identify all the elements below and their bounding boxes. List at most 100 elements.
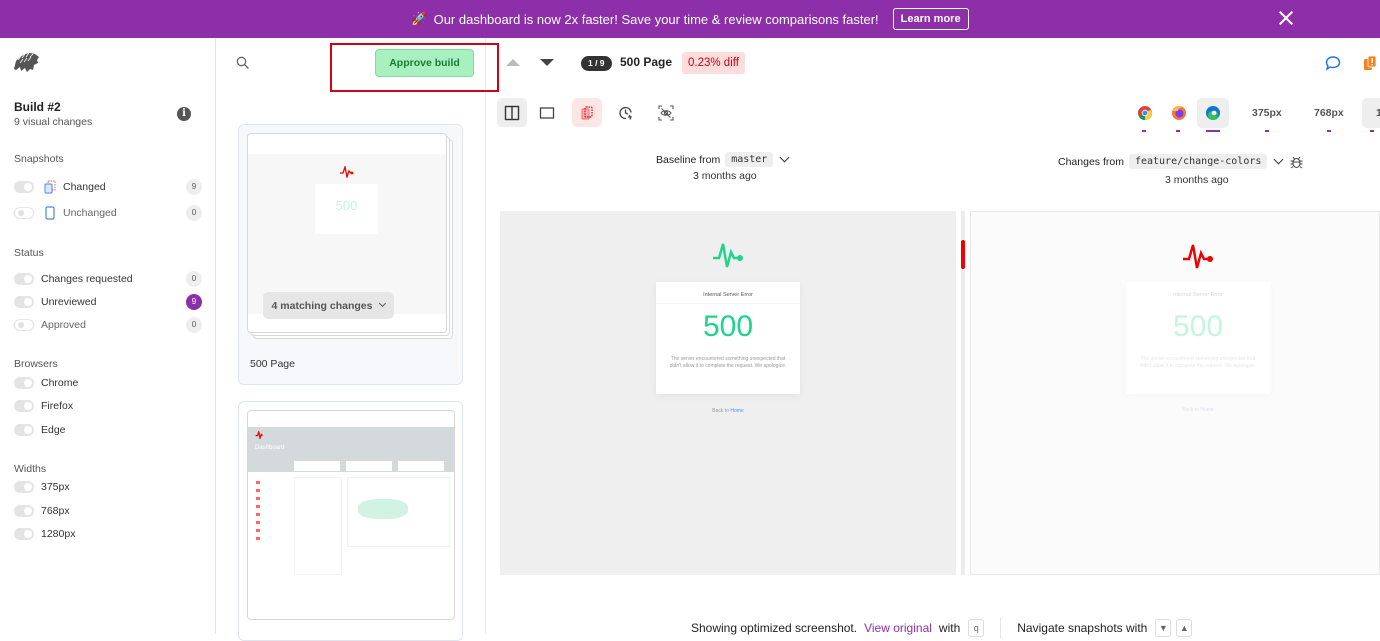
diff-badge: 0.23% diff	[682, 52, 745, 74]
browser-edge-button[interactable]	[1197, 98, 1229, 132]
widths-section-label: Widths	[14, 463, 47, 475]
width-768-button[interactable]: 768px	[1314, 98, 1344, 132]
filter-unchanged[interactable]: Unchanged 0	[14, 204, 202, 222]
browser-chrome-button[interactable]	[1129, 98, 1161, 132]
width-375-button[interactable]: 375px	[1252, 98, 1282, 132]
error-message: The server encountered something unexpec…	[669, 356, 787, 369]
toggle-1280[interactable]	[14, 528, 34, 540]
active-indicator	[1264, 130, 1269, 132]
filter-label: Firefox	[41, 400, 74, 412]
back-home-link[interactable]: Back to Home	[656, 408, 800, 414]
toggle-edge[interactable]	[14, 424, 34, 436]
filter-label: 375px	[41, 481, 70, 493]
error-card-preview: 500	[315, 184, 378, 234]
thumbnail-stack: 500 4 matching changes	[247, 133, 453, 339]
toggle-unchanged[interactable]	[14, 207, 34, 219]
pulse-logo-icon	[340, 166, 354, 178]
home-link[interactable]: Home	[1200, 407, 1213, 413]
browsers-section-label: Browsers	[14, 358, 58, 370]
navigate-hint: Navigate snapshots with	[1017, 621, 1148, 635]
count-badge: 9	[186, 179, 202, 195]
changes-label: Changes from feature/change-colors	[1058, 154, 1303, 169]
toggle-768[interactable]	[14, 505, 34, 517]
width-1280-button[interactable]: 1	[1362, 98, 1380, 132]
comparison-view: 1 / 9 500 Page 0.23% diff 375px 768px 1	[486, 38, 1380, 639]
single-view-button[interactable]	[532, 98, 562, 127]
toggle-approved[interactable]	[14, 319, 34, 331]
width-label: 375px	[1252, 107, 1282, 119]
optimized-notice: Showing optimized screenshot.	[691, 621, 858, 635]
baseline-branch[interactable]: master	[725, 152, 774, 167]
key-up-hint: ▲	[1176, 619, 1193, 637]
pulse-logo-icon	[1183, 244, 1213, 269]
home-link[interactable]: Home	[730, 408, 743, 414]
filter-768[interactable]: 768px	[14, 502, 202, 520]
bug-icon[interactable]	[1290, 155, 1303, 169]
history-button[interactable]	[611, 98, 641, 127]
eye-off-icon	[658, 104, 674, 121]
filter-chrome[interactable]: Chrome	[14, 374, 202, 392]
width-label: 1	[1376, 107, 1380, 119]
filter-label: Changes requested	[41, 273, 133, 285]
toggle-chrome[interactable]	[14, 377, 34, 389]
changes-screenshot[interactable]: Internal Server Error 500 The server enc…	[970, 211, 1380, 575]
back-prefix: Back to	[1182, 407, 1199, 413]
hedgehog-logo-icon[interactable]	[12, 51, 40, 75]
firefox-icon	[1172, 106, 1186, 120]
count-badge: 9	[186, 294, 202, 310]
browser-firefox-button[interactable]	[1163, 98, 1195, 132]
info-icon[interactable]: i	[177, 107, 191, 121]
filter-edge[interactable]: Edge	[14, 421, 202, 439]
baseline-screenshot[interactable]: Internal Server Error 500 The server enc…	[500, 211, 956, 575]
announcement-banner: 🚀 Our dashboard is now 2x faster! Save y…	[0, 0, 1380, 38]
toggle-firefox[interactable]	[14, 400, 34, 412]
snapshots-section-label: Snapshots	[14, 153, 64, 165]
toggle-diff-button[interactable]	[572, 98, 602, 127]
view-original-link[interactable]: View original	[864, 621, 932, 635]
filter-changes-requested[interactable]: Changes requested 0	[14, 270, 202, 288]
chevron-down-icon[interactable]	[1273, 154, 1284, 165]
chevron-down-icon[interactable]	[779, 152, 790, 163]
filter-approved[interactable]: Approved 0	[14, 316, 202, 334]
filter-firefox[interactable]: Firefox	[14, 397, 202, 415]
hide-regions-button[interactable]	[651, 98, 681, 127]
filter-changed[interactable]: Changed 9	[14, 178, 202, 196]
snapshot-thumbnail[interactable]: Dashboard	[247, 410, 455, 620]
back-home-link[interactable]: Back to Home	[1126, 407, 1270, 413]
back-prefix: Back to	[712, 408, 729, 414]
baseline-time: 3 months ago	[693, 170, 757, 182]
snapshot-list: Approve build 500 4 matching changes 500…	[216, 38, 499, 641]
close-icon[interactable]	[1276, 8, 1296, 28]
snapshot-thumbnail[interactable]: 500 4 matching changes	[247, 133, 447, 333]
error-title: Internal Server Error	[703, 292, 753, 298]
matching-label: 4 matching changes	[271, 299, 373, 312]
matching-changes-dropdown[interactable]: 4 matching changes	[263, 292, 394, 319]
search-icon[interactable]	[236, 56, 250, 70]
filter-375[interactable]: 375px	[14, 478, 202, 496]
key-down-hint: ▼	[1155, 619, 1172, 637]
toggle-changed[interactable]	[14, 181, 34, 193]
changes-branch[interactable]: feature/change-colors	[1128, 154, 1268, 169]
snapshot-card[interactable]: 500 4 matching changes 500 Page	[238, 124, 463, 385]
request-changes-icon[interactable]	[1363, 55, 1377, 71]
thumb-code: 500	[335, 198, 358, 213]
error-card: Internal Server Error 500 The server enc…	[656, 282, 800, 394]
toggle-375[interactable]	[14, 481, 34, 493]
toggle-changes-requested[interactable]	[14, 273, 34, 285]
filter-1280[interactable]: 1280px	[14, 525, 202, 543]
side-by-side-view-button[interactable]	[497, 98, 527, 127]
changes-time: 3 months ago	[1165, 174, 1229, 186]
previous-snapshot-icon[interactable]	[506, 59, 520, 66]
learn-more-button[interactable]: Learn more	[892, 8, 969, 30]
count-badge: 0	[186, 205, 202, 221]
filter-label: Chrome	[41, 377, 79, 389]
snapshot-card[interactable]: Dashboard	[238, 401, 463, 641]
pulse-logo-icon	[713, 243, 743, 268]
filter-unreviewed[interactable]: Unreviewed 9	[14, 293, 202, 311]
error-title: Internal Server Error	[1173, 292, 1223, 298]
next-snapshot-icon[interactable]	[540, 59, 554, 66]
approve-build-button[interactable]: Approve build	[375, 49, 474, 77]
toggle-unreviewed[interactable]	[14, 296, 34, 308]
comment-icon[interactable]	[1325, 55, 1341, 71]
filter-label: Edge	[41, 424, 66, 436]
